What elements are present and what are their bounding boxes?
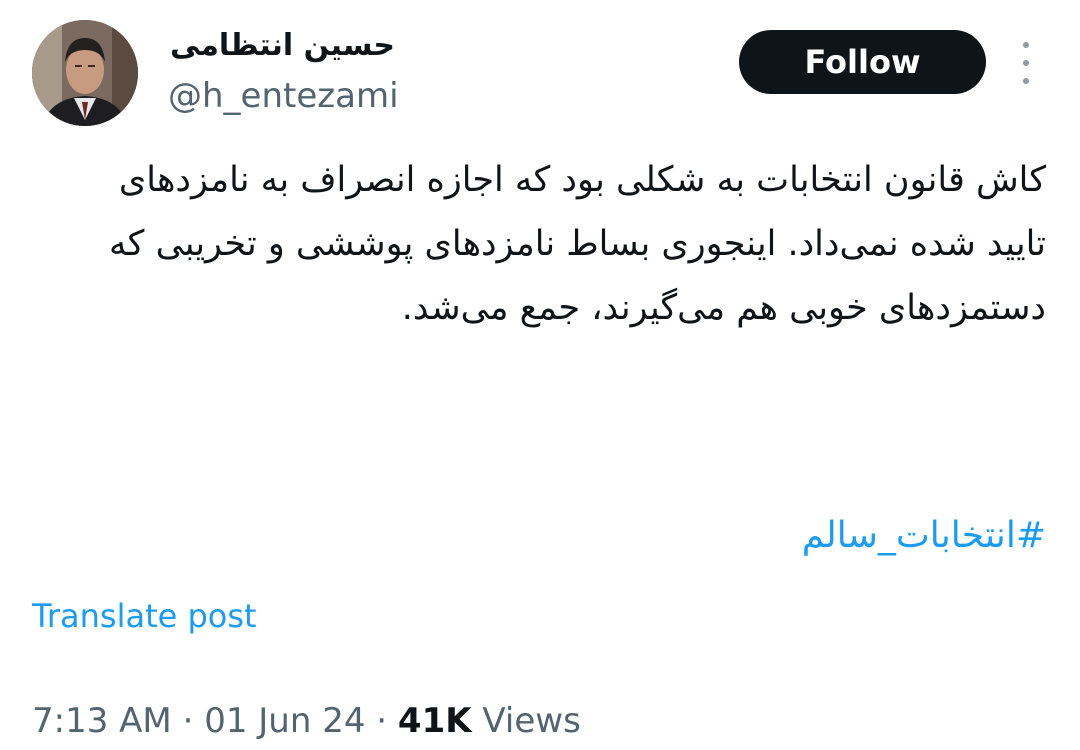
more-dot [1023,78,1029,84]
follow-button[interactable]: Follow [739,30,986,94]
views-label: Views [482,701,581,741]
more-vertical-icon[interactable] [1012,42,1040,84]
meta-separator: · [182,701,194,741]
tweet-meta: 7:13 AM · 01 Jun 24 · 41K Views [32,697,581,745]
author-display-name[interactable]: حسین انتظامی [170,26,430,66]
hashtag-link[interactable]: #انتخابات_سالم [640,506,1046,566]
views-count: 41K [397,701,472,741]
more-dot [1023,42,1029,48]
tweet-text: کاش قانون انتخابات به شکلی بود که اجازه … [109,160,1046,328]
avatar-image [32,20,138,126]
meta-separator: · [376,701,388,741]
more-dot [1023,60,1029,66]
translate-post-link[interactable]: Translate post [32,594,257,638]
post-time[interactable]: 7:13 AM [32,701,172,741]
post-date[interactable]: 01 Jun 24 [204,701,365,741]
author-avatar[interactable] [32,20,138,126]
author-handle[interactable]: @h_entezami [168,74,399,118]
